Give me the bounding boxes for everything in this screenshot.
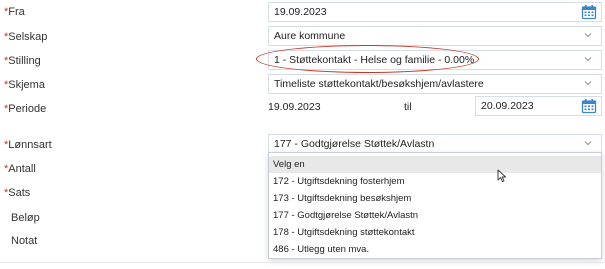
lonnsart-dropdown-list[interactable]: Velg en 172 - Utgiftsdekning fosterhjem … — [268, 152, 602, 259]
chevron-down-icon — [583, 78, 593, 88]
selskap-select[interactable]: Aure kommune — [268, 26, 602, 46]
chevron-down-icon — [583, 30, 593, 40]
periode-label: *Periode — [4, 103, 47, 115]
fra-date-input[interactable]: 19.09.2023 — [268, 2, 602, 22]
stilling-label: *Stilling — [4, 55, 41, 67]
sats-label: *Sats — [4, 187, 31, 199]
chevron-down-icon — [583, 54, 593, 64]
fra-label: *Fra — [4, 6, 25, 18]
dropdown-option[interactable]: 173 - Utgiftsdekning besøkshjem — [269, 190, 601, 207]
calendar-icon[interactable] — [581, 98, 597, 114]
dropdown-option[interactable]: 486 - Utlegg uten mva. — [269, 241, 601, 258]
dropdown-option[interactable]: Velg en — [269, 156, 601, 173]
calendar-icon[interactable] — [581, 4, 597, 20]
antall-label: *Antall — [4, 163, 36, 175]
lonnsart-label: *Lønnsart — [4, 139, 52, 151]
periode-til-label: til — [404, 101, 412, 113]
bottom-divider — [0, 262, 605, 263]
lonnsart-select[interactable]: 177 - Godtgjørelse Støttek/Avlastn — [268, 134, 602, 154]
dropdown-option[interactable]: 177 - Godtgjørelse Støttek/Avlastn — [269, 207, 601, 224]
dropdown-option[interactable]: 178 - Utgiftsdekning støttekontakt — [269, 224, 601, 241]
belop-label: Beløp — [11, 212, 40, 224]
chevron-down-icon — [583, 138, 593, 148]
mouse-pointer-icon — [497, 169, 508, 183]
selskap-label: *Selskap — [4, 31, 48, 43]
notat-label: Notat — [11, 235, 38, 247]
stilling-select[interactable]: 1 - Støttekontakt - Helse og familie - 0… — [268, 50, 602, 70]
periode-to-date-input[interactable]: 20.09.2023 — [475, 96, 602, 116]
periode-from-value: 19.09.2023 — [268, 101, 321, 113]
skjema-select[interactable]: Timeliste støttekontakt/besøkshjem/avlas… — [268, 74, 602, 94]
skjema-label: *Skjema — [4, 79, 45, 91]
dropdown-option[interactable]: 172 - Utgiftsdekning fosterhjem — [269, 173, 601, 190]
